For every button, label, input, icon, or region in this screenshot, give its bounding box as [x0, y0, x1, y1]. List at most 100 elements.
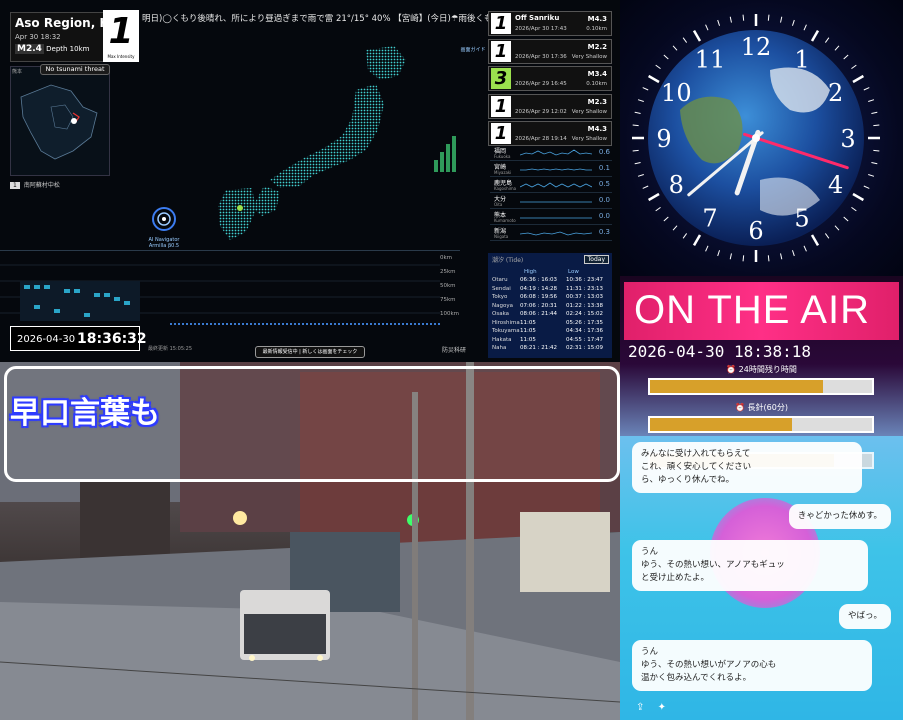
max-intensity: 1 [108, 11, 134, 52]
chat-panel: みんなに受け入れてもらえて これ、頑く安心してください ら、ゆっくり休んでね。 … [620, 436, 903, 720]
chat-message-right: やばっ。 [838, 604, 891, 629]
clock-tick [682, 233, 688, 239]
tide-high: 08:21 : 21:42 [520, 345, 558, 351]
observation-row: 1 南阿蘇村中松 [10, 180, 60, 189]
clock-tick [851, 206, 857, 212]
station-waveform [520, 149, 592, 156]
station-row: 鹿児島 Kagoshima 0.5 [490, 177, 612, 193]
clock-tick [742, 14, 745, 21]
chat-message-left: うん ゆう、その熱い想いがアノアの心も 温かく包み込んでくれるよ。 [632, 640, 872, 691]
quake-row[interactable]: 1 M2.2 2026/Apr 30 17:36 Very Shallow [488, 38, 612, 64]
station-row: 熊本 Kumamoto 0.0 [490, 209, 612, 225]
clock-tick [672, 45, 678, 51]
quake-row[interactable]: 3 M3.4 2026/Apr 29 16:45 0.10km [488, 66, 612, 91]
clock-numeral: 12 [741, 33, 772, 61]
on-air-title: ON THE AIR [634, 288, 870, 332]
station-waveform [520, 231, 592, 236]
clock-tick [868, 99, 875, 103]
chat-message-text: うん ゆう、その熱い想い、アノアもギュッ と受け止めたよ。 [641, 547, 785, 583]
clock-tick [742, 255, 745, 262]
tide-low: 11:31 : 23:13 [566, 285, 604, 292]
clock-tick [632, 124, 639, 127]
quake-row[interactable]: 1 M2.3 2026/Apr 29 12:02 Very Shallow [488, 93, 612, 119]
clock-tick [672, 225, 678, 231]
quake-magnitude-row: M2.4 Depth 10km [15, 44, 89, 54]
quake-depth-val: Very Shallow [571, 53, 607, 60]
clock-tick [634, 111, 641, 114]
clock-tick [692, 234, 702, 247]
tide-low: 00:37 : 13:03 [566, 294, 604, 300]
obs-badge: 1 [10, 182, 20, 189]
quake-time: 2026/Apr 30 17:43 [515, 26, 567, 32]
map-region-label: 熊本 [12, 69, 23, 75]
chat-message-right: きゃどかった休めす。 [788, 504, 891, 529]
ai-navigator[interactable]: AI Navigator Armilla β0.5 [146, 205, 182, 249]
max-intensity-box: 1 Max Intensity [103, 10, 139, 62]
seismometer-list: 福岡 Fukuoka 0.6 宮崎 Miyazaki 0.1 鹿児島 Kagos… [490, 145, 612, 241]
chat-toolbar: ⇪ ✦ [636, 702, 666, 713]
share-icon[interactable]: ⇪ [636, 702, 644, 713]
tide-row: Otaru 06:36 : 16:03 10:36 : 23:47 [492, 277, 610, 286]
clock-tick [852, 192, 865, 202]
quake-row[interactable]: 1 M4.3 2026/Apr 28 19:14 Very Shallow [488, 121, 612, 146]
clock-numeral: 7 [702, 205, 717, 233]
on-air-banner: ON THE AIR [624, 282, 899, 340]
station-name-en: Oita [494, 202, 503, 207]
clock-tick [863, 87, 870, 91]
clock-tick [852, 74, 865, 84]
tide-row: Sendai 04:19 : 14:28 11:31 : 23:13 [492, 286, 610, 295]
chat-message-text: きゃどかった休めす。 [797, 511, 882, 521]
clock-numeral: 2 [828, 79, 843, 107]
tide-city: Tokuyama [492, 328, 520, 334]
station-name-en: Miyazaki [494, 170, 512, 175]
clock-tick [729, 253, 732, 260]
obs-station: 南阿蘇村中松 [23, 182, 60, 189]
tide-low: 10:36 : 23:47 [566, 277, 604, 283]
screen-guide-label[interactable]: 画面ガイド [460, 46, 486, 53]
remaining-24h-label: ⏰ 24時間残り時間 [726, 365, 797, 374]
quake-mag: M2.2 [587, 42, 607, 51]
station-name-en: Kumamoto [494, 218, 516, 223]
tide-low: 04:55 : 17:47 [566, 336, 604, 343]
quake-row[interactable]: 1 Off Sanriku M4.3 2026/Apr 30 17:43 0.1… [488, 11, 612, 36]
clock-tick [873, 149, 880, 152]
update-note: 最終更新 15:05:25 [148, 346, 193, 352]
quake-depth-val: Very Shallow [571, 136, 607, 142]
clock-tick [692, 29, 702, 42]
chat-message-text: うん ゆう、その熱い想いがアノアの心も 温かく包み込んでくれるよ。 [641, 647, 777, 683]
clock-tick [647, 74, 660, 84]
tide-high: 08:06 : 21:44 [520, 311, 558, 317]
tide-high-header: High [524, 269, 537, 275]
station-value: 0.5 [598, 180, 610, 188]
quake-depth-val: 0.10km [586, 26, 607, 32]
on-air-panel: ON THE AIR 2026-04-30 18:38:18 ⏰ 24時間残り時… [620, 276, 903, 436]
tide-city: Osaka [492, 311, 510, 317]
quake-time: 2026/Apr 30 17:36 [515, 53, 567, 60]
clock-tick [632, 149, 639, 152]
street-camera-feed: 早口言葉も [0, 362, 620, 720]
tide-city: Naha [492, 345, 507, 351]
nied-label: 防災科研 [442, 347, 467, 354]
quake-mag: M4.3 [587, 125, 607, 133]
analog-clock-panel: 12 1 2 3 4 5 6 7 8 9 10 11 [620, 0, 903, 276]
quake-intensity: 3 [491, 68, 511, 89]
tide-city: Sendai [492, 285, 511, 292]
tide-today-button[interactable]: Today [583, 255, 609, 264]
station-name-en: Fukuoka [494, 154, 511, 159]
tide-high: 06:08 : 19:56 [520, 294, 558, 300]
update-status-button[interactable]: 最新情報受信中 | 新しくは画面をチェック [255, 346, 365, 358]
clock-tick [767, 14, 770, 21]
star-icon[interactable]: ✦ [658, 702, 666, 713]
quake-mag: M2.3 [587, 97, 607, 106]
quake-depth-val: 0.10km [586, 81, 607, 87]
clock-tick [834, 45, 840, 51]
clock-tick [634, 162, 641, 165]
clock-tick [824, 37, 830, 43]
max-intensity-caption: Max Intensity [107, 54, 135, 59]
clock-tick [873, 124, 880, 127]
clock-tick [871, 162, 878, 165]
tide-city: Tokyo [492, 294, 508, 300]
clock-tick [843, 216, 849, 222]
station-value: 0.3 [598, 228, 610, 236]
tide-high: 07:06 : 20:31 [520, 302, 558, 309]
